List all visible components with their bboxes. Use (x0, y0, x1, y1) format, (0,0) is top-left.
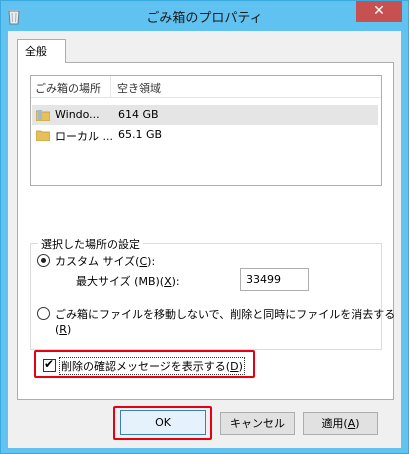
list-header: ごみ箱の場所 空き領域 (31, 76, 381, 98)
cancel-button[interactable]: キャンセル (220, 412, 295, 435)
dialog-client: 全般 ごみ箱の場所 空き領域 Windo... 614 GB ローカル ... … (8, 31, 401, 448)
properties-window: ごみ箱のプロパティ ✕ 全般 ごみ箱の場所 空き領域 Windo... 614 … (0, 0, 409, 454)
confirm-highlight-frame: ✔ 削除の確認メッセージを表示する(D) (34, 350, 255, 378)
folder-icon (36, 130, 50, 141)
max-size-label: 最大サイズ (MB)(X): (76, 275, 180, 288)
no-move-radio[interactable] (37, 307, 50, 320)
free-space: 65.1 GB (118, 128, 163, 141)
apply-button[interactable]: 適用(A) (303, 412, 378, 435)
group-title: 選択した場所の設定 (38, 236, 143, 252)
title-bar: ごみ箱のプロパティ ✕ (1, 1, 408, 31)
location-name: ローカル ... (55, 130, 113, 143)
ok-button[interactable]: OK (120, 410, 206, 435)
list-row-local[interactable]: ローカル ... 65.1 GB (32, 125, 378, 145)
location-settings-group: 選択した場所の設定 カスタム サイズ(C): 最大サイズ (MB)(X): 33… (30, 236, 395, 350)
tab-general[interactable]: 全般 (17, 39, 66, 63)
column-divider[interactable] (110, 76, 111, 98)
folder-icon (36, 110, 50, 121)
custom-size-radio[interactable] (37, 254, 50, 267)
checkmark-icon: ✔ (44, 357, 55, 371)
column-free-space[interactable]: 空き領域 (117, 80, 161, 96)
window-title: ごみ箱のプロパティ (146, 11, 263, 26)
no-move-accel[interactable]: (R) (55, 323, 71, 336)
free-space: 614 GB (118, 108, 159, 121)
radio-dot (41, 258, 46, 263)
general-tab-panel: ごみ箱の場所 空き領域 Windo... 614 GB ローカル ... 65.… (17, 62, 395, 400)
column-location[interactable]: ごみ箱の場所 (35, 80, 101, 96)
max-size-input[interactable]: 33499 (240, 268, 309, 291)
recycle-location-list[interactable]: ごみ箱の場所 空き領域 Windo... 614 GB ローカル ... 65.… (30, 75, 382, 186)
close-button[interactable]: ✕ (356, 1, 402, 22)
location-name: Windo... (55, 108, 100, 121)
no-move-label[interactable]: ごみ箱にファイルを移動しないで、削除と同時にファイルを消去する (55, 306, 395, 322)
confirm-delete-label[interactable]: 削除の確認メッセージを表示する(D) (59, 357, 245, 375)
custom-size-label[interactable]: カスタム サイズ(C): (55, 253, 155, 269)
list-row-windows[interactable]: Windo... 614 GB (32, 105, 378, 125)
confirm-delete-checkbox[interactable]: ✔ (43, 357, 56, 372)
